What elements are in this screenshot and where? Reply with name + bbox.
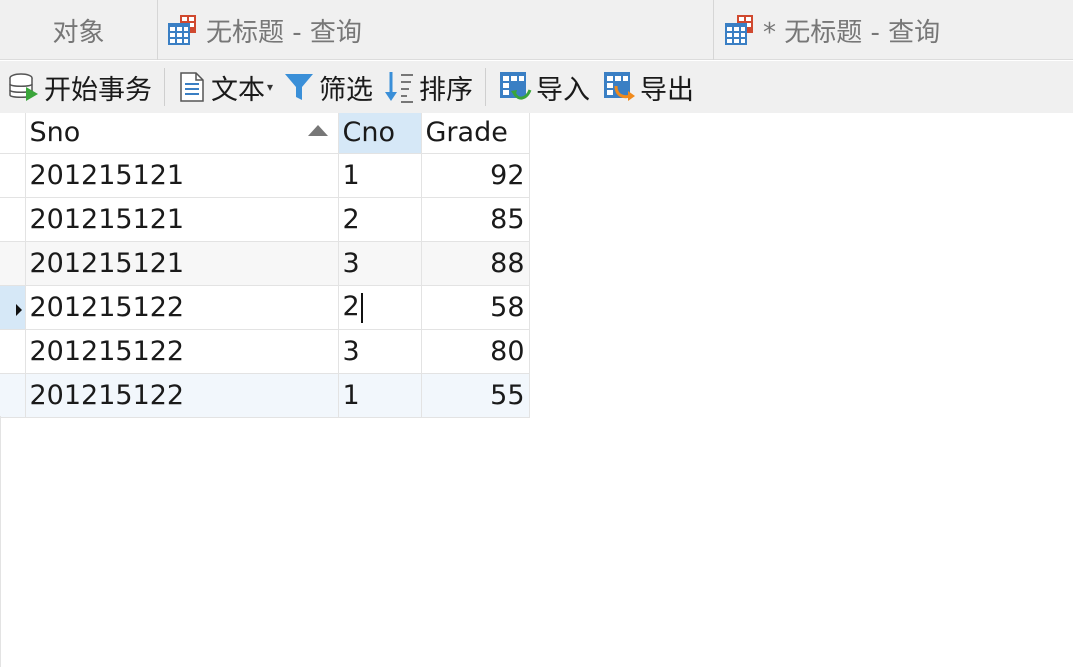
table-row[interactable]: 201215122 1 55 bbox=[0, 373, 530, 418]
sort-button[interactable]: 排序 bbox=[381, 65, 475, 109]
cell-grade[interactable]: 58 bbox=[421, 285, 530, 330]
sort-label: 排序 bbox=[419, 74, 474, 106]
cell-sno[interactable]: 201215121 bbox=[25, 241, 339, 286]
tab-bar: 对象 无标题 - 查询 * 无标题 - 查询 bbox=[0, 0, 1073, 60]
query-table-icon bbox=[166, 13, 200, 47]
filter-label: 筛选 bbox=[319, 74, 374, 106]
text-cursor bbox=[360, 292, 363, 323]
column-header-grade[interactable]: Grade bbox=[421, 113, 530, 154]
filter-icon bbox=[285, 74, 314, 100]
current-row-marker-icon bbox=[16, 303, 22, 316]
filter-button[interactable]: 筛选 bbox=[281, 65, 375, 109]
tab-objects-label: 对象 bbox=[52, 17, 105, 48]
grid-left-border bbox=[0, 416, 1, 667]
table-row[interactable]: 201215121 1 92 bbox=[0, 153, 530, 198]
table-row[interactable]: 201215121 2 85 bbox=[0, 197, 530, 242]
cell-sno[interactable]: 201215122 bbox=[25, 373, 339, 418]
cell-cno-editing[interactable]: 2 bbox=[338, 285, 422, 330]
row-indicator[interactable] bbox=[0, 285, 26, 330]
row-indicator[interactable] bbox=[0, 153, 26, 198]
cell-cno-value: 2 bbox=[342, 291, 360, 323]
sort-ascending-icon bbox=[307, 125, 328, 137]
dropdown-caret-icon: ▾ bbox=[267, 80, 274, 94]
cell-grade[interactable]: 88 bbox=[421, 241, 530, 286]
table-row-current[interactable]: 201215122 2 58 bbox=[0, 285, 530, 330]
toolbar-separator bbox=[164, 68, 165, 106]
column-header-label: Grade bbox=[425, 117, 508, 149]
cell-sno[interactable]: 201215122 bbox=[25, 285, 339, 330]
cell-cno[interactable]: 1 bbox=[338, 153, 422, 198]
cell-cno[interactable]: 3 bbox=[338, 329, 422, 374]
query-table-icon bbox=[723, 13, 757, 47]
text-label: 文本 bbox=[211, 74, 265, 106]
row-indicator[interactable] bbox=[0, 373, 26, 418]
tab-query-untitled-modified-label: * 无标题 - 查询 bbox=[763, 17, 941, 48]
document-icon bbox=[180, 72, 204, 102]
row-indicator-header bbox=[0, 113, 26, 154]
cell-grade[interactable]: 85 bbox=[421, 197, 530, 242]
tab-query-untitled-modified[interactable]: * 无标题 - 查询 bbox=[715, 0, 1073, 60]
tab-objects[interactable]: 对象 bbox=[0, 0, 158, 60]
cell-sno[interactable]: 201215121 bbox=[25, 153, 339, 198]
import-table-icon bbox=[500, 72, 532, 100]
import-button[interactable]: 导入 bbox=[496, 65, 592, 109]
column-header-label: Sno bbox=[29, 117, 81, 149]
import-label: 导入 bbox=[536, 74, 591, 106]
database-icon bbox=[9, 73, 38, 101]
text-button[interactable]: 文本 ▾ bbox=[175, 65, 275, 109]
cell-sno[interactable]: 201215122 bbox=[25, 329, 339, 374]
row-indicator[interactable] bbox=[0, 197, 26, 242]
result-table: Sno Cno Grade 201215121 1 92 201215121 2… bbox=[0, 113, 530, 418]
column-header-cno[interactable]: Cno bbox=[338, 113, 422, 154]
cell-sno[interactable]: 201215121 bbox=[25, 197, 339, 242]
tab-query-untitled[interactable]: 无标题 - 查询 bbox=[158, 0, 714, 60]
export-table-icon bbox=[604, 72, 636, 101]
column-header-label: Cno bbox=[342, 117, 395, 149]
toolbar: 开始事务 文本 ▾ 筛选 排序 导入 导出 bbox=[0, 61, 1073, 113]
sort-icon bbox=[385, 72, 414, 103]
begin-transaction-button[interactable]: 开始事务 bbox=[6, 65, 154, 109]
export-button[interactable]: 导出 bbox=[600, 65, 696, 109]
row-indicator[interactable] bbox=[0, 329, 26, 374]
cell-grade[interactable]: 55 bbox=[421, 373, 530, 418]
column-header-sno[interactable]: Sno bbox=[25, 113, 339, 154]
cell-grade[interactable]: 80 bbox=[421, 329, 530, 374]
cell-cno[interactable]: 2 bbox=[338, 197, 422, 242]
header-row: Sno Cno Grade bbox=[0, 113, 530, 154]
toolbar-separator bbox=[485, 68, 487, 106]
tab-query-untitled-label: 无标题 - 查询 bbox=[206, 17, 362, 48]
cell-cno[interactable]: 1 bbox=[338, 373, 422, 418]
table-row[interactable]: 201215122 3 80 bbox=[0, 329, 530, 374]
result-grid: Sno Cno Grade 201215121 1 92 201215121 2… bbox=[0, 113, 530, 418]
table-row[interactable]: 201215121 3 88 bbox=[0, 241, 530, 286]
begin-transaction-label: 开始事务 bbox=[44, 74, 152, 106]
cell-grade[interactable]: 92 bbox=[421, 153, 530, 198]
export-label: 导出 bbox=[640, 74, 695, 106]
row-indicator[interactable] bbox=[0, 241, 26, 286]
cell-cno[interactable]: 3 bbox=[338, 241, 422, 286]
